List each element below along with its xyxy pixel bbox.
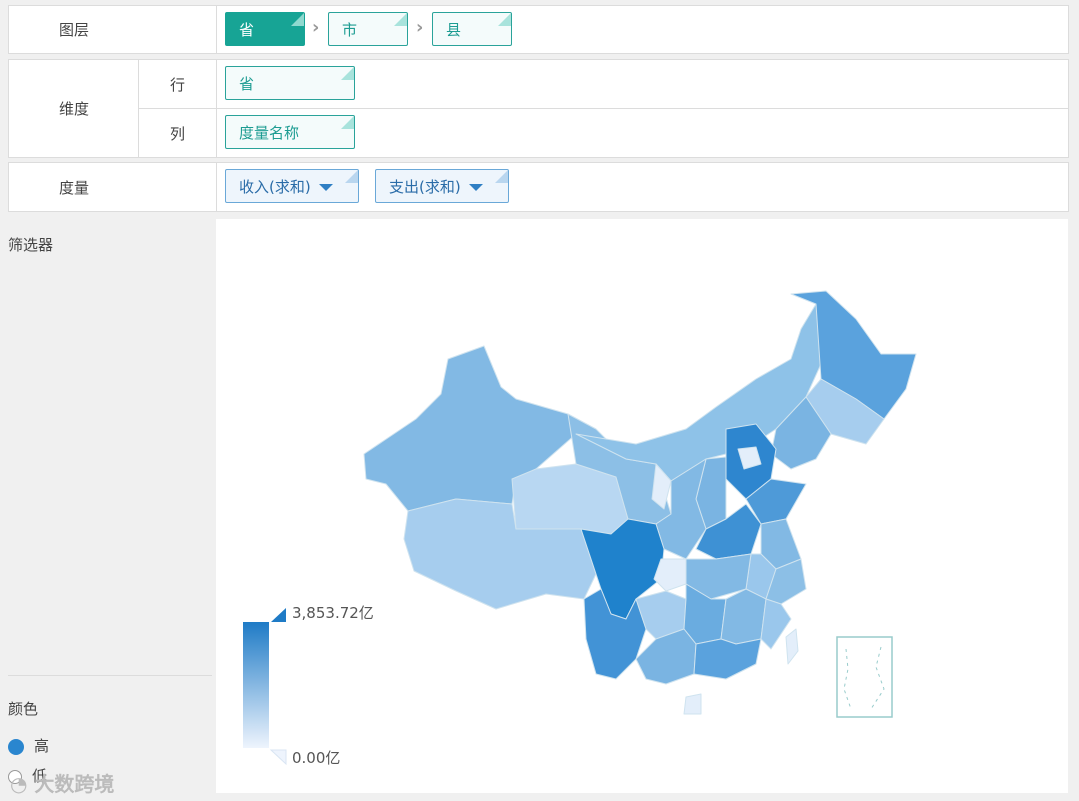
map-canvas[interactable]: 3,853.72亿 0.00亿 [216, 219, 1068, 793]
caret-down-icon[interactable] [468, 183, 483, 191]
legend-gradient-bar [243, 622, 269, 748]
region-guangxi [635, 628, 697, 685]
high-color-dot [8, 738, 24, 755]
filter-label: 筛选器 [8, 236, 54, 254]
expense-sum-tag[interactable]: 支出(求和) [375, 169, 509, 203]
layer-city-label: 市 [342, 20, 358, 39]
south-china-sea-inset [836, 636, 893, 718]
layer-label: 图层 [58, 21, 89, 39]
chevron-right-icon: › [312, 17, 320, 38]
caret-down-icon[interactable] [318, 183, 333, 191]
region-jiangxi [720, 588, 767, 645]
color-label: 颜色 [8, 700, 39, 718]
row-label: 行 [169, 75, 185, 94]
region-taiwan [785, 628, 799, 665]
color-high-label: 高 [34, 737, 50, 755]
region-hainan [683, 693, 702, 715]
region-chongqing [653, 558, 687, 592]
layer-province-tag[interactable]: 省 [225, 12, 305, 46]
china-map[interactable] [216, 219, 1068, 793]
measure-label: 度量 [58, 178, 89, 197]
measure-row: 度量 收入(求和) 支出(求和) [8, 162, 1069, 212]
legend-min-handle [269, 749, 287, 766]
income-sum-label: 收入(求和) [239, 177, 311, 196]
color-high-item[interactable]: 高 [8, 735, 49, 756]
expense-sum-label: 支出(求和) [389, 177, 461, 196]
layer-county-tag[interactable]: 县 [432, 12, 512, 46]
legend-max-handle [271, 608, 286, 622]
watermark-logo-icon: ◔ [10, 772, 28, 796]
column-field-label: 度量名称 [239, 123, 300, 142]
row-field-tag[interactable]: 省 [225, 66, 355, 100]
dimension-panel: 维度 行 列 省 度量名称 [8, 59, 1069, 158]
layer-province-label: 省 [239, 20, 255, 39]
legend-max-value: 3,853.72亿 [292, 604, 374, 622]
layer-row: 图层 省 › 市 › 县 [8, 5, 1069, 54]
income-sum-tag[interactable]: 收入(求和) [225, 169, 359, 203]
watermark-text: 大数跨境 [34, 772, 115, 796]
column-field-tag[interactable]: 度量名称 [225, 115, 355, 149]
column-label: 列 [169, 124, 185, 143]
region-guangdong [693, 638, 762, 680]
legend-min-value: 0.00亿 [292, 749, 341, 767]
chevron-right-icon: › [416, 17, 424, 38]
dimension-label: 维度 [58, 100, 89, 118]
row-field-label: 省 [239, 74, 255, 93]
layer-city-tag[interactable]: 市 [328, 12, 408, 46]
watermark: ◔ 大数跨境 [10, 768, 114, 797]
layer-county-label: 县 [446, 20, 462, 39]
